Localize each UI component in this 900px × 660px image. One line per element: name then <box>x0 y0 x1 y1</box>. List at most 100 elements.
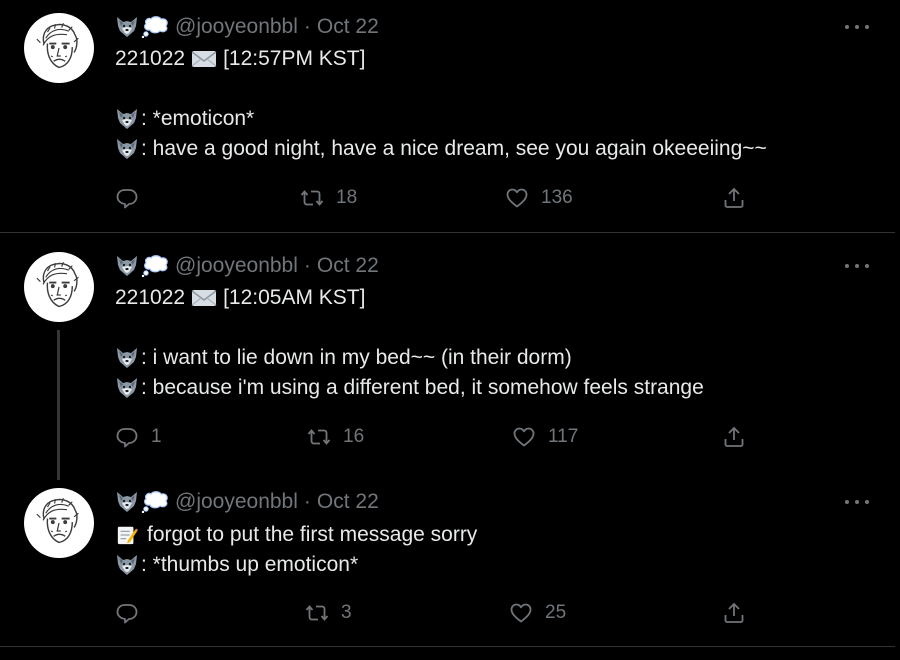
more-options-button[interactable] <box>845 260 869 272</box>
line-text: forgot to put the first message sorry <box>147 523 478 546</box>
tweet-text: 221022 [12:05AM KST] : i want to lie dow… <box>115 283 704 403</box>
sketch-face-icon <box>28 492 90 554</box>
wolf-face-icon <box>115 138 139 160</box>
user-handle[interactable]: @jooyeonbbl <box>175 490 298 514</box>
wolf-face-icon <box>115 491 139 513</box>
heart-icon <box>505 186 529 210</box>
tweet-date[interactable]: Oct 22 <box>317 254 379 278</box>
retweet-button[interactable]: 3 <box>305 600 352 626</box>
tweet-text: forgot to put the first message sorry : … <box>115 520 477 580</box>
share-icon <box>722 601 746 625</box>
memo-icon <box>115 524 139 546</box>
like-count: 117 <box>548 426 579 447</box>
line-text: [12:05AM KST] <box>223 286 366 309</box>
tweet-date[interactable]: Oct 22 <box>317 15 379 39</box>
retweet-icon <box>307 425 331 449</box>
share-button[interactable] <box>722 600 746 626</box>
tweet-header: @jooyeonbbl · Oct 22 <box>115 254 379 278</box>
line-text: : i want to lie down in my bed~~ (in the… <box>141 346 572 369</box>
tweet-header: @jooyeonbbl · Oct 22 <box>115 490 379 514</box>
reply-button[interactable]: 1 <box>115 424 162 450</box>
share-icon <box>722 425 746 449</box>
line-text: : *thumbs up emoticon* <box>141 553 359 576</box>
line-text: : have a good night, have a nice dream, … <box>141 137 767 160</box>
sketch-face-icon <box>28 256 90 318</box>
date-prefix: 221022 <box>115 47 186 70</box>
more-options-button[interactable] <box>845 21 869 33</box>
envelope-icon <box>191 48 217 70</box>
share-button[interactable] <box>722 424 746 450</box>
reply-icon <box>115 601 139 625</box>
retweet-button[interactable]: 18 <box>300 185 357 211</box>
tweet-card[interactable]: @jooyeonbbl · Oct 22 221022 [12:57PM KST… <box>0 0 895 232</box>
thread-connector <box>57 330 60 480</box>
display-name[interactable] <box>115 16 169 38</box>
line-text: : because i'm using a different bed, it … <box>141 376 704 399</box>
display-name[interactable] <box>115 491 169 513</box>
share-button[interactable] <box>722 185 746 211</box>
retweet-count: 3 <box>341 602 352 623</box>
wolf-face-icon <box>115 108 139 130</box>
reply-count: 1 <box>151 426 162 447</box>
separator-dot: · <box>303 15 311 38</box>
wolf-face-icon <box>115 16 139 38</box>
avatar[interactable] <box>24 252 94 322</box>
like-count: 25 <box>545 602 567 623</box>
envelope-icon <box>191 287 217 309</box>
like-button[interactable]: 25 <box>509 600 566 626</box>
user-handle[interactable]: @jooyeonbbl <box>175 254 298 278</box>
reply-icon <box>115 186 139 210</box>
retweet-button[interactable]: 16 <box>307 424 364 450</box>
reply-icon <box>115 425 139 449</box>
more-dot <box>865 264 869 268</box>
more-dot <box>845 500 849 504</box>
display-name[interactable] <box>115 255 169 277</box>
user-handle[interactable]: @jooyeonbbl <box>175 15 298 39</box>
tweet-actions: 18 136 <box>115 185 755 211</box>
tweet-line: : i want to lie down in my bed~~ (in the… <box>115 343 704 373</box>
separator-dot: · <box>303 254 311 277</box>
retweet-count: 16 <box>343 426 365 447</box>
like-count: 136 <box>541 187 573 208</box>
separator-dot: · <box>303 490 311 513</box>
like-button[interactable]: 136 <box>505 185 573 211</box>
reply-button[interactable] <box>115 185 151 211</box>
thought-balloon-icon <box>141 491 169 513</box>
wolf-face-icon <box>115 377 139 399</box>
timeline-feed: @jooyeonbbl · Oct 22 221022 [12:57PM KST… <box>0 0 895 660</box>
wolf-face-icon <box>115 554 139 576</box>
wolf-face-icon <box>115 255 139 277</box>
more-dot <box>855 25 859 29</box>
tweet-line: : *thumbs up emoticon* <box>115 550 477 580</box>
tweet-line: forgot to put the first message sorry <box>115 520 477 550</box>
retweet-icon <box>300 186 324 210</box>
like-button[interactable]: 117 <box>512 424 578 450</box>
more-options-button[interactable] <box>845 496 869 508</box>
line-text: : *emoticon* <box>141 107 255 130</box>
tweet-card[interactable]: @jooyeonbbl · Oct 22 221022 [12:05AM KST… <box>0 233 895 471</box>
wolf-face-icon <box>115 347 139 369</box>
more-dot <box>865 25 869 29</box>
sketch-face-icon <box>28 17 90 79</box>
heart-icon <box>509 601 533 625</box>
avatar[interactable] <box>24 488 94 558</box>
tweet-actions: 3 25 <box>115 600 755 626</box>
tweet-text: 221022 [12:57PM KST] : *emoticon* : have… <box>115 44 767 164</box>
divider <box>0 646 895 647</box>
date-prefix: 221022 <box>115 286 186 309</box>
tweet-date[interactable]: Oct 22 <box>317 490 379 514</box>
more-dot <box>845 264 849 268</box>
tweet-header: @jooyeonbbl · Oct 22 <box>115 15 379 39</box>
avatar[interactable] <box>24 13 94 83</box>
tweet-line: : because i'm using a different bed, it … <box>115 373 704 403</box>
more-dot <box>855 500 859 504</box>
reply-button[interactable] <box>115 600 151 626</box>
tweet-line: 221022 [12:57PM KST] <box>115 44 767 74</box>
more-dot <box>845 25 849 29</box>
more-dot <box>865 500 869 504</box>
more-dot <box>855 264 859 268</box>
tweet-card[interactable]: @jooyeonbbl · Oct 22 forgot to put the f… <box>0 471 895 646</box>
thought-balloon-icon <box>141 16 169 38</box>
